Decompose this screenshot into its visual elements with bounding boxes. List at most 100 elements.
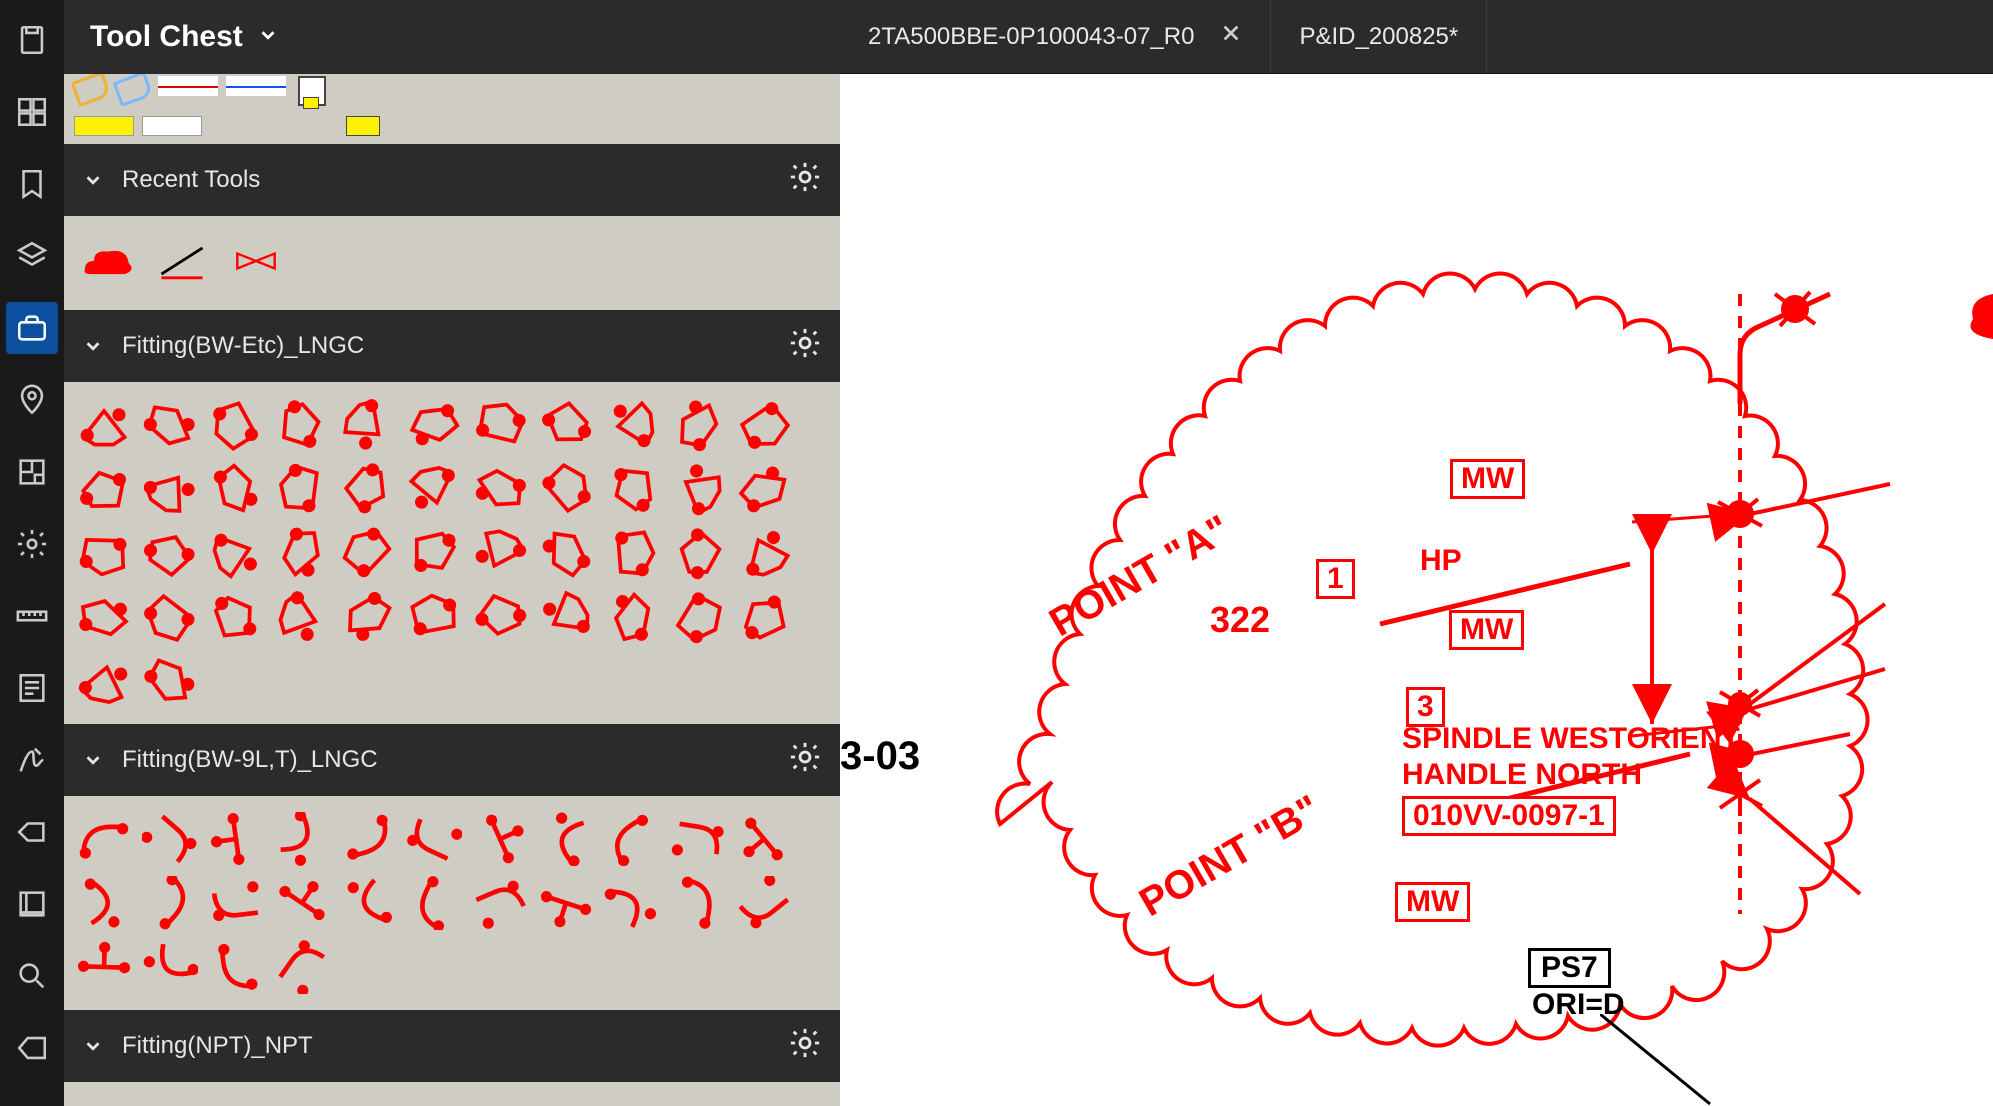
fitting-tool[interactable]	[206, 938, 266, 996]
layers-icon[interactable]	[6, 230, 58, 282]
note-icon[interactable]	[294, 76, 328, 108]
fitting-tool[interactable]	[602, 460, 662, 518]
fitting-tool[interactable]	[668, 810, 728, 868]
gear-icon[interactable]	[788, 740, 822, 781]
file-icon[interactable]	[6, 14, 58, 66]
section-npt[interactable]: Fitting(NPT)_NPT	[64, 1010, 840, 1082]
notebook-icon[interactable]	[6, 878, 58, 930]
fitting-tool[interactable]	[272, 874, 332, 932]
fitting-tool[interactable]	[404, 524, 464, 582]
fitting-tool[interactable]	[470, 810, 530, 868]
fitting-tool[interactable]	[74, 810, 134, 868]
tool-chest-icon[interactable]	[6, 302, 58, 354]
fitting-tool[interactable]	[74, 652, 134, 710]
drawing-canvas[interactable]: 3-03 POINT "A" POINT "B" 322 HP MW MW MW…	[840, 74, 1993, 1106]
tag-back-icon[interactable]	[6, 806, 58, 858]
recent-tool-valve[interactable]	[226, 232, 286, 290]
fitting-tool[interactable]	[734, 588, 794, 646]
fitting-tool[interactable]	[140, 810, 200, 868]
fitting-tool[interactable]	[734, 460, 794, 518]
fitting-tool[interactable]	[206, 588, 266, 646]
tab-document-2[interactable]: P&ID_200825*	[1271, 0, 1487, 73]
fitting-tool[interactable]	[338, 588, 398, 646]
fitting-tool[interactable]	[668, 396, 728, 454]
bookmark-icon[interactable]	[6, 158, 58, 210]
yellow-swatch[interactable]	[74, 116, 134, 136]
section-bw-etc[interactable]: Fitting(BW-Etc)_LNGC	[64, 310, 840, 382]
fitting-tool[interactable]	[74, 524, 134, 582]
fitting-tool[interactable]	[536, 874, 596, 932]
fitting-tool[interactable]	[668, 460, 728, 518]
fitting-tool[interactable]	[404, 460, 464, 518]
fitting-tool[interactable]	[74, 874, 134, 932]
page-icon[interactable]	[6, 1022, 58, 1074]
fitting-tool[interactable]	[404, 874, 464, 932]
tab-document-1[interactable]: 2TA500BBE-0P100043-07_R0	[840, 0, 1271, 73]
search-icon[interactable]	[6, 950, 58, 1002]
fitting-tool[interactable]	[404, 810, 464, 868]
fitting-tool[interactable]	[536, 460, 596, 518]
fitting-tool[interactable]	[602, 396, 662, 454]
fitting-tool[interactable]	[338, 810, 398, 868]
fitting-tool[interactable]	[272, 810, 332, 868]
gear-icon[interactable]	[788, 1026, 822, 1067]
location-icon[interactable]	[6, 374, 58, 426]
red-line-swatch[interactable]	[158, 76, 218, 96]
fitting-tool[interactable]	[470, 396, 530, 454]
fitting-tool[interactable]	[404, 588, 464, 646]
highlighter-yellow-icon[interactable]	[74, 76, 108, 102]
fitting-tool[interactable]	[668, 588, 728, 646]
fitting-tool[interactable]	[74, 938, 134, 996]
white-swatch[interactable]	[142, 116, 202, 136]
fitting-tool[interactable]	[536, 396, 596, 454]
fitting-tool[interactable]	[470, 874, 530, 932]
fitting-tool[interactable]	[602, 810, 662, 868]
recent-tool-line[interactable]	[152, 232, 212, 290]
fitting-tool[interactable]	[206, 460, 266, 518]
fitting-tool[interactable]	[206, 396, 266, 454]
yellow-small-swatch[interactable]	[346, 116, 380, 136]
form-icon[interactable]	[6, 662, 58, 714]
fitting-tool[interactable]	[74, 588, 134, 646]
fitting-tool[interactable]	[206, 810, 266, 868]
measure-icon[interactable]	[6, 590, 58, 642]
fitting-tool[interactable]	[470, 588, 530, 646]
fitting-tool[interactable]	[140, 874, 200, 932]
fitting-tool[interactable]	[470, 460, 530, 518]
gear-icon[interactable]	[788, 160, 822, 201]
fitting-tool[interactable]	[536, 588, 596, 646]
fitting-tool[interactable]	[470, 524, 530, 582]
fitting-tool[interactable]	[272, 524, 332, 582]
fitting-tool[interactable]	[668, 524, 728, 582]
fitting-tool[interactable]	[74, 460, 134, 518]
fitting-tool[interactable]	[536, 524, 596, 582]
fitting-tool[interactable]	[272, 588, 332, 646]
fitting-tool[interactable]	[404, 396, 464, 454]
fitting-tool[interactable]	[668, 874, 728, 932]
fitting-tool[interactable]	[140, 460, 200, 518]
gear-icon[interactable]	[788, 326, 822, 367]
fitting-tool[interactable]	[734, 810, 794, 868]
fitting-tool[interactable]	[206, 874, 266, 932]
signature-icon[interactable]	[6, 734, 58, 786]
fitting-tool[interactable]	[734, 524, 794, 582]
panel-header[interactable]: Tool Chest	[64, 0, 840, 74]
fitting-tool[interactable]	[140, 652, 200, 710]
fitting-tool[interactable]	[536, 810, 596, 868]
fitting-tool[interactable]	[338, 524, 398, 582]
fitting-tool[interactable]	[272, 460, 332, 518]
fitting-tool[interactable]	[338, 460, 398, 518]
fitting-tool[interactable]	[602, 524, 662, 582]
recent-tool-cloud[interactable]	[78, 232, 138, 290]
blue-line-swatch[interactable]	[226, 76, 286, 96]
fitting-tool[interactable]	[272, 396, 332, 454]
close-icon[interactable]	[1220, 22, 1242, 51]
fitting-tool[interactable]	[206, 524, 266, 582]
fitting-tool[interactable]	[74, 396, 134, 454]
fitting-tool[interactable]	[140, 524, 200, 582]
fitting-tool[interactable]	[734, 874, 794, 932]
floorplan-icon[interactable]	[6, 446, 58, 498]
section-recent-tools[interactable]: Recent Tools	[64, 144, 840, 216]
fitting-tool[interactable]	[734, 396, 794, 454]
settings-icon[interactable]	[6, 518, 58, 570]
